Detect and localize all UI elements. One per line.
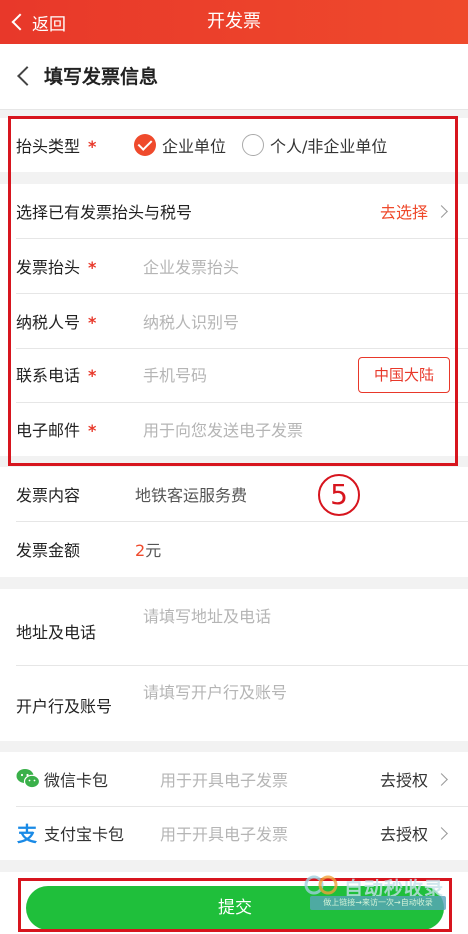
phone-row: 联系电话 * 手机号码 中国大陆: [0, 347, 468, 401]
taxpayer-id-input[interactable]: 纳税人识别号: [143, 309, 239, 333]
invoice-form: 选择已有发票抬头与税号 去选择 发票抬头 * 企业发票抬头 纳税人号 * 纳税人识别…: [0, 184, 468, 456]
address-bank-section: 请填写地址及电话 地址及电话 请填写开户行及账号 开户行及账号: [0, 589, 468, 741]
phone-input[interactable]: 手机号码: [143, 362, 207, 386]
alipay-authorize-link[interactable]: 去授权: [380, 821, 428, 845]
chevron-right-icon: [435, 826, 448, 840]
radio-unchecked-icon: [242, 134, 264, 156]
wechat-wallet-row[interactable]: 微信卡包 用于开具电子发票 去授权: [0, 752, 468, 806]
page-title: 填写发票信息: [44, 66, 159, 88]
radio-enterprise[interactable]: 企业单位: [134, 133, 226, 157]
invoice-content-label: 发票内容: [16, 486, 81, 505]
phone-label: 联系电话 *: [16, 366, 97, 385]
wechat-icon: [16, 769, 40, 789]
header-type-label: 抬头类型 *: [16, 137, 97, 156]
back-label: 返回: [32, 14, 66, 35]
header-type-section: 抬头类型 * 企业单位 个人/非企业单位: [0, 118, 468, 172]
chevron-left-icon: [11, 13, 29, 31]
email-label: 电子邮件 *: [16, 421, 97, 440]
invoice-details-section: 发票内容 地铁客运服务费 发票金额 2元: [0, 467, 468, 577]
address-input[interactable]: 请填写地址及电话: [143, 603, 271, 627]
alipay-icon: 支: [17, 822, 38, 845]
radio-personal[interactable]: 个人/非企业单位: [242, 133, 387, 157]
invoice-content-row: 发票内容 地铁客运服务费: [0, 467, 468, 521]
header-type-row: 抬头类型 * 企业单位 个人/非企业单位: [0, 118, 468, 172]
invoice-title-row: 发票抬头 * 企业发票抬头: [0, 239, 468, 293]
invoice-amount-label: 发票金额: [16, 541, 81, 560]
submit-button[interactable]: 提交: [26, 886, 444, 930]
alipay-wallet-hint: 用于开具电子发票: [160, 825, 289, 844]
alipay-wallet-label: 支付宝卡包: [44, 825, 125, 844]
taxpayer-id-label: 纳税人号 *: [16, 313, 97, 332]
top-bar: 返回 开发票: [0, 0, 468, 44]
wechat-wallet-hint: 用于开具电子发票: [160, 771, 289, 790]
page-back-icon[interactable]: [17, 66, 37, 86]
invoice-content-value: 地铁客运服务费: [135, 486, 248, 505]
alipay-wallet-row[interactable]: 支 支付宝卡包 用于开具电子发票 去授权: [0, 806, 468, 860]
taxpayer-id-row: 纳税人号 * 纳税人识别号: [0, 294, 468, 348]
divider: [16, 665, 468, 666]
chevron-right-icon: [435, 204, 448, 218]
go-select-link[interactable]: 去选择: [380, 199, 428, 223]
email-row: 电子邮件 * 用于向您发送电子发票: [0, 402, 468, 456]
invoice-amount-value: 2元: [135, 541, 162, 560]
existing-header-label: 选择已有发票抬头与税号: [16, 203, 193, 222]
invoice-amount-row: 发票金额 2元: [0, 522, 468, 576]
page-header: 填写发票信息: [0, 44, 468, 110]
step-number-badge: 5: [318, 474, 360, 516]
bank-label: 开户行及账号: [16, 697, 113, 716]
invoice-title-input[interactable]: 企业发票抬头: [143, 254, 239, 278]
radio-checked-icon: [134, 134, 156, 156]
wechat-wallet-label: 微信卡包: [44, 771, 109, 790]
invoice-title-label: 发票抬头 *: [16, 258, 97, 277]
svg-text:支: 支: [17, 822, 38, 845]
card-wallet-section: 微信卡包 用于开具电子发票 去授权 支 支付宝卡包 用于开具电子发票 去授权: [0, 752, 468, 860]
top-bar-title: 开发票: [207, 11, 261, 32]
email-input[interactable]: 用于向您发送电子发票: [143, 417, 303, 441]
bank-input[interactable]: 请填写开户行及账号: [143, 679, 287, 703]
chevron-right-icon: [435, 772, 448, 786]
region-select-button[interactable]: 中国大陆: [358, 357, 450, 393]
select-existing-header-row[interactable]: 选择已有发票抬头与税号 去选择: [0, 184, 468, 238]
address-label: 地址及电话: [16, 623, 97, 642]
wechat-authorize-link[interactable]: 去授权: [380, 767, 428, 791]
back-button[interactable]: 返回: [8, 0, 66, 44]
